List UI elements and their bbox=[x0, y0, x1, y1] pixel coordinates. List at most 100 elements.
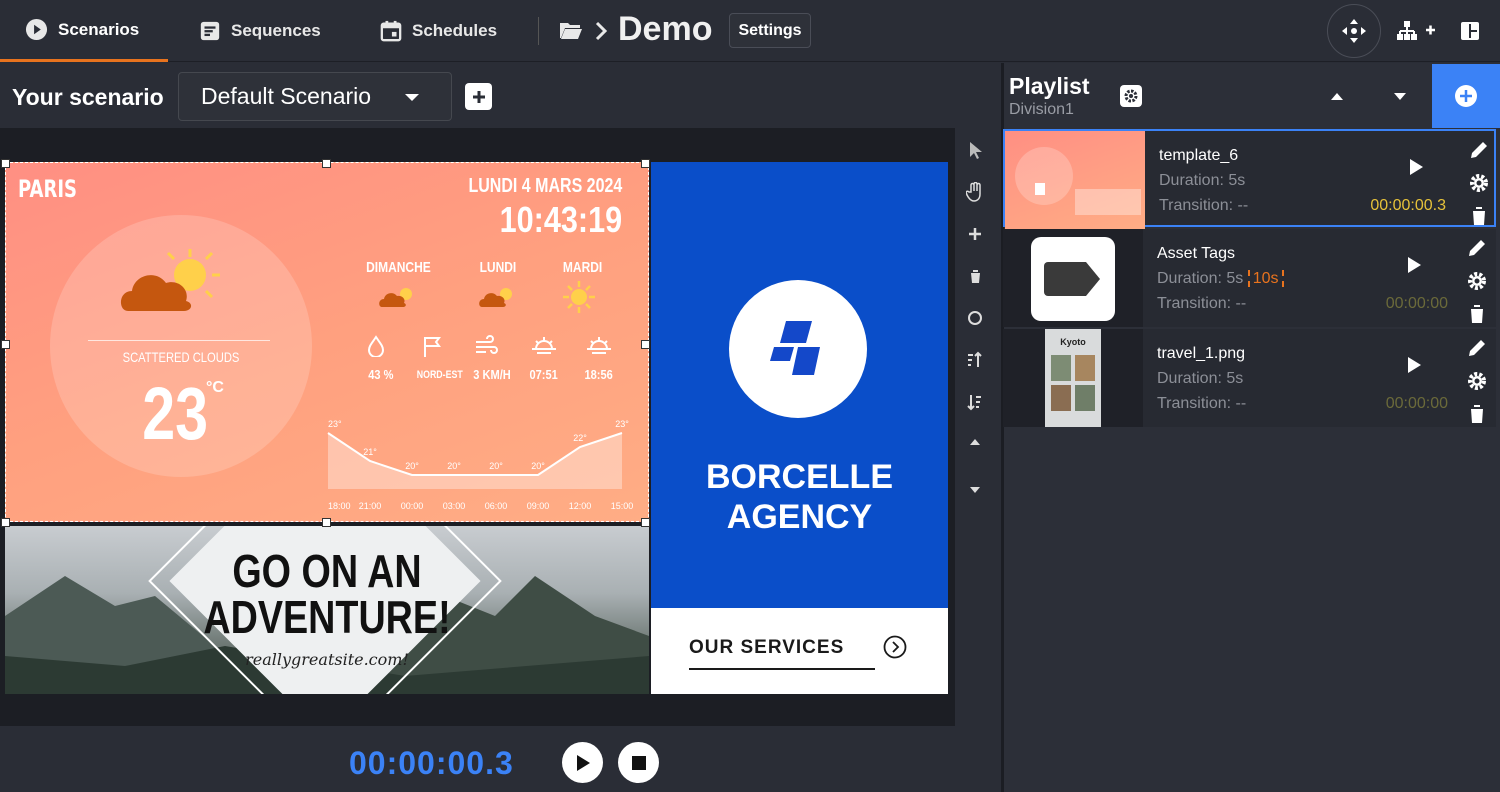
play-icon[interactable] bbox=[1408, 357, 1421, 373]
caret-down-icon bbox=[405, 94, 419, 101]
gear-icon bbox=[1470, 174, 1488, 192]
humidity-icon bbox=[367, 335, 385, 357]
tab-sequences[interactable]: Sequences bbox=[199, 0, 321, 62]
weather-time: 10:43:19 bbox=[499, 199, 622, 240]
thumb-caption: Kyoto bbox=[1060, 337, 1086, 347]
tab-schedules[interactable]: Schedules bbox=[380, 0, 497, 62]
edit-button[interactable] bbox=[1465, 335, 1489, 361]
cloud-sun-small-icon bbox=[379, 288, 412, 307]
resize-handle[interactable] bbox=[322, 518, 331, 527]
pan-tool[interactable] bbox=[963, 180, 987, 204]
pencil-icon bbox=[1469, 240, 1485, 256]
caret-down-icon bbox=[970, 487, 980, 493]
delete-button[interactable] bbox=[1465, 401, 1489, 427]
settings-button[interactable] bbox=[1467, 170, 1491, 196]
add-zone-tool[interactable] bbox=[963, 222, 987, 246]
select-tool[interactable] bbox=[963, 138, 987, 162]
resize-handle[interactable] bbox=[322, 159, 331, 168]
pencil-icon bbox=[1471, 142, 1487, 158]
item-duration: Duration: 5s bbox=[1159, 172, 1246, 189]
settings-button[interactable]: Settings bbox=[729, 13, 811, 48]
cloud-sun-small-icon bbox=[479, 288, 512, 307]
weather-divider bbox=[88, 340, 270, 341]
adventure-zone[interactable]: GO ON AN ADVENTURE! reallygreatsite.com! bbox=[5, 526, 649, 694]
divider bbox=[538, 17, 539, 45]
services-label: OUR SERVICES bbox=[689, 637, 845, 658]
playlist-item[interactable]: template_6 Duration: 5s Transition: -- 0… bbox=[1003, 129, 1496, 229]
settings-button[interactable] bbox=[1465, 268, 1489, 294]
settings-button[interactable] bbox=[1465, 368, 1489, 394]
sequence-icon bbox=[200, 21, 220, 41]
item-override-duration: 10s bbox=[1247, 270, 1284, 287]
weather-zone[interactable]: PARIS LUNDI 4 MARS 2024 10:43:19 SCATTER… bbox=[5, 162, 649, 522]
chart-hour-label: 15:00 bbox=[611, 501, 634, 511]
resize-handle[interactable] bbox=[641, 159, 650, 168]
agency-zone[interactable]: BORCELLE AGENCY OUR SERVICES bbox=[651, 162, 948, 694]
trash-icon bbox=[1470, 305, 1484, 323]
sort-up-tool[interactable] bbox=[963, 348, 987, 372]
item-time: 00:00:00 bbox=[1385, 395, 1448, 412]
temperature-chart: 23° 18:00 21° 21:00 20° 00:00 20° 03:00 20° 06:00… bbox=[327, 419, 634, 511]
sort-down-tool[interactable] bbox=[963, 390, 987, 414]
sun-icon bbox=[563, 281, 595, 313]
cloud-sun-icon bbox=[120, 249, 220, 311]
chart-hour-label: 18:00 bbox=[328, 501, 351, 511]
chart-point-label: 22° bbox=[573, 433, 587, 443]
playlist-settings-button[interactable] bbox=[1120, 85, 1142, 107]
playlist-subtitle: Division1 bbox=[1009, 101, 1074, 118]
delete-button[interactable] bbox=[1467, 203, 1491, 229]
move-up-button[interactable] bbox=[1330, 92, 1344, 101]
add-scenario-button[interactable] bbox=[465, 83, 492, 110]
resize-handle[interactable] bbox=[1, 518, 10, 527]
arrow-circle-icon bbox=[883, 635, 907, 659]
chart-hour-label: 21:00 bbox=[359, 501, 382, 511]
delete-button[interactable] bbox=[1465, 301, 1489, 327]
adventure-heading: ADVENTURE! bbox=[203, 591, 451, 643]
play-icon[interactable] bbox=[1408, 257, 1421, 273]
playback-timer: 00:00:00.3 bbox=[349, 745, 514, 781]
scenario-select[interactable]: Default Scenario bbox=[178, 72, 452, 121]
play-button[interactable] bbox=[562, 742, 603, 783]
folder-open-icon[interactable] bbox=[559, 20, 583, 40]
gear-icon bbox=[1468, 372, 1486, 390]
chart-point-label: 20° bbox=[489, 461, 503, 471]
weather-stat: NORD-EST bbox=[416, 369, 463, 381]
weather-date: LUNDI 4 MARS 2024 bbox=[468, 175, 622, 197]
delete-zone-tool[interactable] bbox=[963, 264, 987, 288]
layout-icon[interactable] bbox=[1460, 21, 1480, 41]
chart-point-label: 20° bbox=[405, 461, 419, 471]
stop-button[interactable] bbox=[618, 742, 659, 783]
move-down-tool[interactable] bbox=[963, 478, 987, 502]
circle-tool[interactable] bbox=[963, 306, 987, 330]
weather-city: PARIS bbox=[18, 175, 77, 203]
stop-icon bbox=[631, 755, 646, 770]
add-hierarchy-icon[interactable] bbox=[1396, 20, 1436, 42]
playlist-item[interactable]: Kyoto travel_1.png Duration: 5s Transiti… bbox=[1003, 329, 1496, 427]
tab-scenarios[interactable]: Scenarios bbox=[0, 0, 168, 62]
trash-icon bbox=[969, 269, 981, 283]
resize-handle[interactable] bbox=[641, 340, 650, 349]
chevron-right-icon bbox=[595, 21, 608, 41]
chart-hour-label: 06:00 bbox=[485, 501, 508, 511]
top-navigation: Scenarios Sequences Schedules Demo Setti… bbox=[0, 0, 1500, 62]
chart-hour-label: 03:00 bbox=[443, 501, 466, 511]
item-time: 00:00:00.3 bbox=[1370, 197, 1446, 214]
edit-button[interactable] bbox=[1465, 235, 1489, 261]
resize-handle[interactable] bbox=[641, 518, 650, 527]
tab-label: Scenarios bbox=[58, 19, 140, 39]
resize-handle[interactable] bbox=[1, 159, 10, 168]
weather-unit: °C bbox=[206, 379, 224, 396]
edit-button[interactable] bbox=[1467, 137, 1491, 163]
move-up-tool[interactable] bbox=[963, 430, 987, 454]
move-down-button[interactable] bbox=[1393, 92, 1407, 101]
move-button[interactable] bbox=[1327, 4, 1381, 58]
weather-stat: 18:56 bbox=[584, 367, 613, 382]
forecast-day: DIMANCHE bbox=[366, 259, 431, 276]
resize-handle[interactable] bbox=[1, 340, 10, 349]
playlist-item[interactable]: Asset Tags Duration: 5s 10s Transition: … bbox=[1003, 229, 1496, 327]
play-icon[interactable] bbox=[1410, 159, 1423, 175]
add-playlist-item-button[interactable] bbox=[1432, 64, 1500, 128]
weather-temperature: 23 bbox=[142, 372, 209, 455]
page-title: Demo bbox=[618, 10, 713, 48]
wind-direction-icon bbox=[424, 337, 441, 357]
